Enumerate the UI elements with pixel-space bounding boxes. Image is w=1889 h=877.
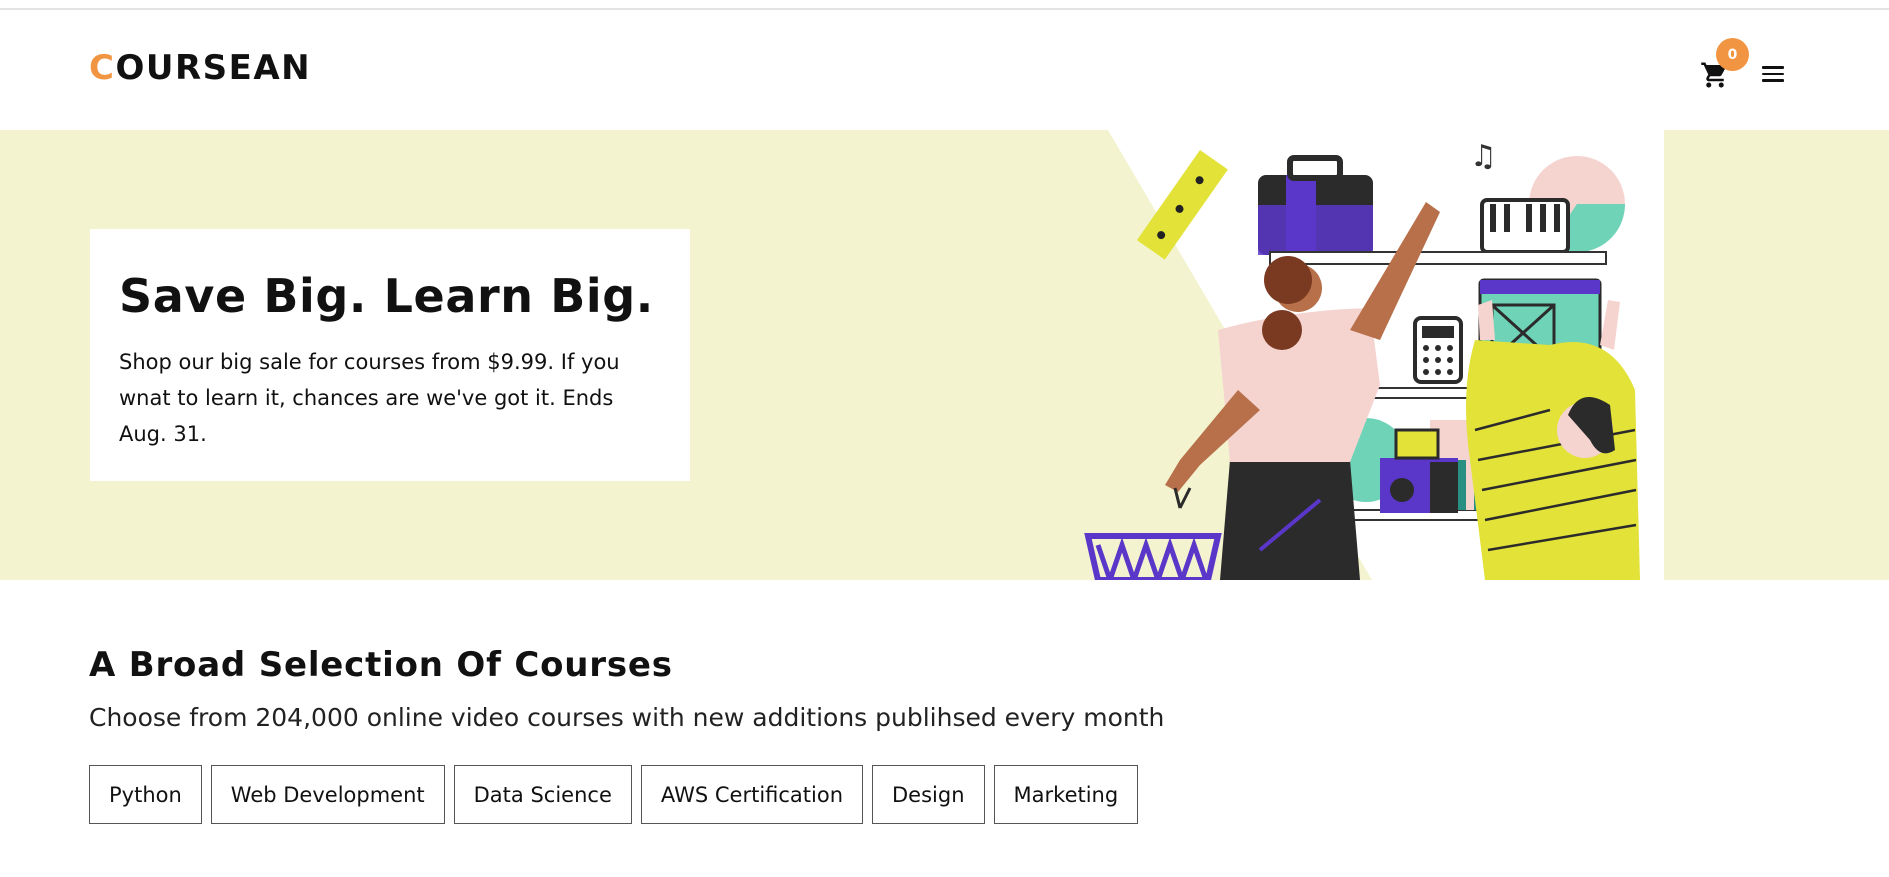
category-chip-aws-certification[interactable]: AWS Certification bbox=[640, 765, 864, 824]
category-chip-data-science[interactable]: Data Science bbox=[453, 765, 632, 824]
svg-text:♫: ♫ bbox=[1470, 139, 1497, 174]
courses-section-subtitle: Choose from 204,000 online video courses… bbox=[89, 703, 1165, 732]
category-chip-list: Python Web Development Data Science AWS … bbox=[89, 765, 1139, 824]
hamburger-icon-line bbox=[1762, 72, 1784, 76]
shopping-illustration: ♫ bbox=[1084, 139, 1640, 580]
logo[interactable]: COURSEAN bbox=[89, 48, 311, 88]
hero-title: Save Big. Learn Big. bbox=[119, 269, 654, 323]
hamburger-icon-line bbox=[1762, 66, 1784, 69]
category-chip-marketing[interactable]: Marketing bbox=[993, 765, 1139, 824]
category-chip-python[interactable]: Python bbox=[89, 765, 202, 824]
cart-count-badge: 0 bbox=[1716, 38, 1749, 71]
hero-banner: Save Big. Learn Big. Shop our big sale f… bbox=[0, 130, 1889, 580]
hamburger-icon-line bbox=[1762, 79, 1784, 82]
hero-card: Save Big. Learn Big. Shop our big sale f… bbox=[90, 229, 690, 481]
hero-description: Shop our big sale for courses from $9.99… bbox=[119, 349, 620, 446]
logo-accent-letter: C bbox=[89, 48, 116, 88]
category-chip-design[interactable]: Design bbox=[872, 765, 985, 824]
menu-button[interactable] bbox=[1762, 66, 1786, 86]
site-header: COURSEAN 0 bbox=[0, 10, 1889, 130]
courses-section-title: A Broad Selection Of Courses bbox=[89, 645, 673, 685]
logo-text: OURSEAN bbox=[115, 48, 312, 88]
category-chip-web-development[interactable]: Web Development bbox=[210, 765, 445, 824]
